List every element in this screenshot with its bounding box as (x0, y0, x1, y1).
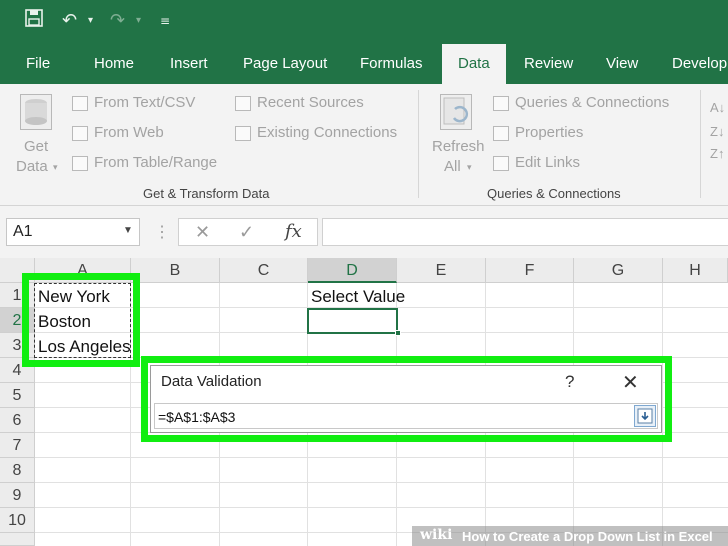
group-divider (700, 90, 701, 198)
gridline (35, 482, 728, 483)
watermark-text: How to Create a Drop Down List in Excel (462, 529, 713, 544)
gridline (35, 457, 728, 458)
row-header-10[interactable]: 10 (0, 508, 35, 533)
recent-sources-button[interactable]: Recent Sources (257, 94, 364, 111)
tab-review[interactable]: Review (524, 44, 573, 84)
column-header-b[interactable]: B (131, 258, 220, 283)
from-table-range-button[interactable]: From Table/Range (94, 154, 217, 171)
highlight-box-dialog (141, 356, 672, 442)
sort-az-icon[interactable]: A↓ (710, 100, 725, 115)
from-text-csv-button[interactable]: From Text/CSV (94, 94, 195, 111)
row-header-5[interactable]: 5 (0, 383, 35, 408)
get-data-label-2[interactable]: Data (16, 158, 48, 175)
customize-icon[interactable]: ≡ (160, 8, 170, 34)
tab-view[interactable]: View (606, 44, 638, 84)
redo-icon[interactable]: ↷ (110, 8, 125, 34)
tab-file[interactable]: File (26, 44, 50, 84)
refresh-icon (440, 94, 472, 130)
edit-links-button[interactable]: Edit Links (515, 154, 580, 171)
enter-icon[interactable]: ✓ (239, 219, 254, 245)
cancel-icon[interactable]: ✕ (195, 219, 210, 245)
refresh-all-label-2[interactable]: All (444, 158, 461, 175)
tab-page-layout[interactable]: Page Layout (243, 44, 327, 84)
column-header-d[interactable]: D (308, 258, 397, 283)
formula-input[interactable] (322, 218, 728, 246)
tab-data[interactable]: Data (442, 44, 506, 84)
refresh-all-label-1[interactable]: Refresh (432, 138, 485, 155)
row-header-6[interactable]: 6 (0, 408, 35, 433)
insert-function-icon[interactable]: fx (285, 219, 302, 245)
chevron-down-icon: ▾ (467, 162, 472, 172)
tab-formulas[interactable]: Formulas (360, 44, 423, 84)
table-icon (72, 156, 88, 171)
row-header-8[interactable]: 8 (0, 458, 35, 483)
gridline (35, 507, 728, 508)
tab-developer[interactable]: Develop (672, 44, 727, 84)
ribbon-tabs: File Home Insert Page Layout Formulas Da… (0, 44, 728, 84)
from-web-button[interactable]: From Web (94, 124, 164, 141)
undo-icon[interactable]: ↶ (62, 8, 77, 34)
tab-insert[interactable]: Insert (170, 44, 208, 84)
queries-connections-button[interactable]: Queries & Connections (515, 94, 669, 111)
highlight-box-source-range (22, 273, 140, 367)
row-header-11[interactable] (0, 533, 35, 546)
row-header-7[interactable]: 7 (0, 433, 35, 458)
redo-dropdown-icon[interactable]: ▾ (136, 8, 141, 34)
column-header-g[interactable]: G (574, 258, 663, 283)
properties-button[interactable]: Properties (515, 124, 583, 141)
column-header-c[interactable]: C (220, 258, 308, 283)
chevron-down-icon[interactable]: ▼ (118, 218, 138, 244)
group-label-queries: Queries & Connections (487, 186, 621, 201)
text-file-icon (72, 96, 88, 111)
undo-dropdown-icon[interactable]: ▾ (88, 8, 93, 34)
formula-buttons: ✕ ✓ fx (178, 218, 318, 246)
queries-icon (493, 96, 509, 111)
column-header-h[interactable]: H (663, 258, 728, 283)
column-header-e[interactable]: E (397, 258, 486, 283)
fill-handle[interactable] (395, 330, 401, 336)
more-dots-icon: ⋮ (154, 224, 170, 241)
edit-links-icon (493, 156, 509, 171)
existing-connections-icon (235, 126, 251, 141)
active-cell-d2[interactable] (307, 308, 398, 334)
sort-za-icon[interactable]: Z↓ (710, 124, 724, 139)
get-data-label-1[interactable]: Get (24, 138, 48, 155)
existing-connections-button[interactable]: Existing Connections (257, 124, 397, 141)
database-icon (20, 94, 52, 130)
group-label-get-transform: Get & Transform Data (143, 186, 270, 201)
row-header-9[interactable]: 9 (0, 483, 35, 508)
title-bar: ↶ ▾ ↷ ▾ ≡ (0, 0, 728, 44)
sort-icon[interactable]: Z↑ (710, 146, 724, 161)
watermark-logo: wiki (420, 527, 453, 543)
recent-sources-icon (235, 96, 251, 111)
properties-icon (493, 126, 509, 141)
column-header-f[interactable]: F (486, 258, 574, 283)
chevron-down-icon: ▾ (53, 162, 58, 172)
save-icon[interactable] (24, 8, 44, 36)
web-icon (72, 126, 88, 141)
group-divider (418, 90, 419, 198)
tab-home[interactable]: Home (94, 44, 134, 84)
cell-d1[interactable]: Select Value (311, 284, 405, 309)
